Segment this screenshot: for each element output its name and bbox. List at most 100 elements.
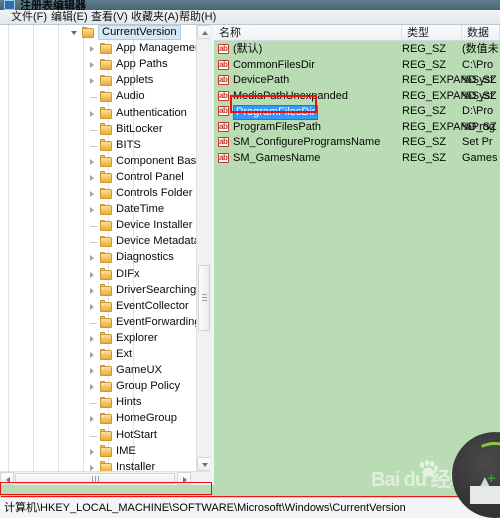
tree-item[interactable]: Authentication [0,106,196,122]
string-value-icon [218,74,229,85]
chevron-right-icon[interactable] [90,448,96,456]
value-data-cell: Games [462,151,498,164]
folder-icon [100,203,112,216]
menu-item-1[interactable]: 编辑(E) [48,11,91,24]
tree-scroll-thumb[interactable] [198,265,210,331]
tree-item[interactable]: Diagnostics [0,250,196,266]
tree-item[interactable]: BITS [0,138,196,154]
chevron-right-icon[interactable] [90,158,96,166]
tree-item[interactable]: Group Policy [0,379,196,395]
value-row[interactable]: ProgramFilesDir REG_SZ D:\Pro [214,104,500,120]
tree-branch-line [90,242,97,244]
tree-item[interactable]: Audio [0,89,196,105]
value-row[interactable]: SM_GamesName REG_SZ Games [214,151,500,167]
tree-horizontal-scrollbar[interactable] [0,471,210,485]
menu-item-0[interactable]: 文件(F) [8,11,50,24]
value-row[interactable]: (默认) REG_SZ (数值未 [214,42,500,58]
tree-item[interactable]: HotStart [0,428,196,444]
folder-icon [100,396,112,409]
tree-item[interactable]: DateTime [0,202,196,218]
scroll-right-button[interactable] [177,472,191,485]
value-data-cell: %Syst [462,89,494,102]
tree-item-label: EventCollector [116,299,189,312]
chevron-right-icon[interactable] [90,416,96,423]
chevron-right-icon[interactable] [90,78,96,85]
tree-item[interactable]: Explorer [0,331,196,347]
main-content: CurrentVersion App Management App Paths App… [0,25,500,485]
tree-item[interactable]: HomeGroup [0,411,196,427]
string-value-icon [218,136,229,147]
tree-item[interactable]: Controls Folder [0,186,196,202]
registry-value-pane[interactable]: 名称类型数据 (默认) REG_SZ (数值未 CommonFilesDir REG_S… [214,25,500,485]
chevron-right-icon[interactable] [90,207,96,214]
chevron-right-icon[interactable] [90,271,96,279]
tree-branch-line [90,403,97,405]
list-column-headers[interactable]: 名称 类型 数据 [214,25,500,41]
column-header-1[interactable]: 类型 [402,25,462,41]
tree-item[interactable]: App Management [0,41,204,57]
value-type-cell: REG_SZ [402,43,447,55]
chevron-right-icon[interactable] [90,352,96,359]
tree-item[interactable]: EventCollector [0,299,196,315]
tree-item[interactable]: CurrentVersion [0,25,196,41]
folder-icon [100,268,112,280]
value-row[interactable]: CommonFilesDir REG_SZ C:\Pro [214,58,500,74]
scroll-up-button[interactable] [197,25,210,39]
folder-icon [100,364,112,377]
value-row[interactable]: ProgramFilesPathREG_EXPAND_SZ%Prog [214,120,500,136]
menu-item-2[interactable]: 查看(V) [88,11,131,24]
tree-item[interactable]: GameUX [0,363,196,379]
tree-item[interactable]: Device Installer [0,218,196,234]
tree-item-label: DateTime [116,203,165,216]
scroll-left-button[interactable] [0,472,14,485]
column-header-2[interactable]: 数据 [462,25,500,41]
tree-item[interactable]: App Paths [0,57,196,73]
tree-item[interactable]: EventForwarding [0,315,201,331]
registry-tree-pane[interactable]: CurrentVersion App Management App Paths App… [0,25,210,485]
value-row[interactable]: MediaPathUnexpandedREG_EXPAND_SZ%Syst [214,89,500,105]
tree-item-label: Applets [116,74,154,87]
chevron-right-icon[interactable] [90,62,96,69]
tree-item[interactable]: Device Metadata [0,234,200,250]
tree-item[interactable]: DriverSearching [0,283,196,299]
menu-item-4[interactable]: 帮助(H) [176,11,219,24]
chevron-down-icon[interactable] [71,30,78,37]
tree-item[interactable]: Hints [0,395,196,411]
tree-item[interactable]: Control Panel [0,170,196,186]
chevron-right-icon[interactable] [90,384,96,391]
tree-item[interactable]: Component Based Se [0,154,210,170]
chevron-right-icon[interactable] [90,110,96,118]
tree-item[interactable]: IME [0,444,196,460]
value-name-cell: SM_ConfigureProgramsName [233,136,381,148]
chevron-right-icon[interactable] [90,174,96,182]
folder-icon [100,219,112,232]
chevron-right-icon[interactable] [90,287,96,295]
chevron-right-icon[interactable] [90,255,96,262]
tree-hscroll-thumb[interactable] [15,473,175,484]
chevron-right-icon[interactable] [90,46,96,53]
tree-item[interactable]: DIFx [0,267,196,283]
tree-branch-line [90,97,97,99]
column-header-0[interactable]: 名称 [214,25,402,41]
tree-item-label: Authentication [116,106,187,119]
value-row[interactable]: SM_ConfigureProgramsName REG_SZ Set Pr [214,135,500,151]
chevron-right-icon[interactable] [90,191,96,198]
title-bar: 注册表编辑器 [0,0,500,10]
folder-icon [100,42,112,55]
scroll-down-button[interactable] [197,457,210,471]
tree-item-label: HomeGroup [116,412,177,425]
tree-branch-line [90,435,97,437]
menu-item-3[interactable]: 收藏夹(A) [128,11,182,24]
value-row[interactable]: DevicePathREG_EXPAND_SZ%Syst [214,73,500,89]
chevron-right-icon[interactable] [90,303,96,311]
registry-path-text: 计算机\HKEY_LOCAL_MACHINE\SOFTWARE\Microsof… [4,502,406,514]
folder-icon [100,332,112,344]
value-data-cell: (数值未 [462,43,499,55]
chevron-right-icon[interactable] [90,368,96,375]
tree-item[interactable]: Applets [0,73,196,89]
value-data-cell: %Syst [462,74,494,86]
tree-item[interactable]: BitLocker [0,122,196,138]
tree-vertical-scrollbar[interactable] [196,25,210,471]
chevron-right-icon[interactable] [90,335,96,343]
tree-item[interactable]: Ext [0,347,196,363]
